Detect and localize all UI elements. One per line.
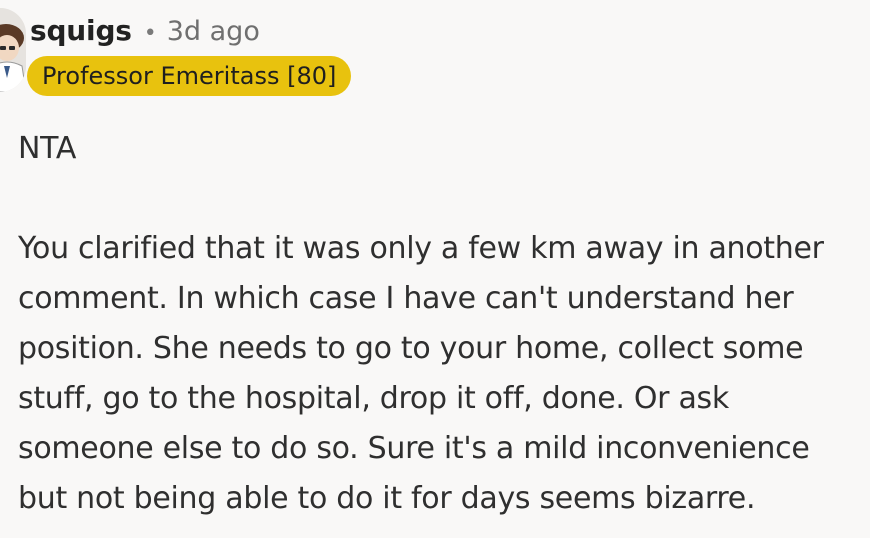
separator-dot: •: [143, 21, 157, 46]
user-flair-badge: Professor Emeritass [80]: [27, 56, 352, 96]
username-link[interactable]: squigs: [30, 14, 132, 47]
avatar[interactable]: [0, 8, 26, 92]
comment-text: You clarified that it was only a few km …: [18, 231, 824, 516]
comment-verdict: NTA: [18, 131, 77, 166]
user-avatar-icon: [0, 8, 26, 92]
comment-header: squigs • 3d ago: [30, 14, 260, 47]
comment-body: NTA You clarified that it was only a few…: [18, 124, 863, 524]
timestamp[interactable]: 3d ago: [167, 16, 260, 47]
